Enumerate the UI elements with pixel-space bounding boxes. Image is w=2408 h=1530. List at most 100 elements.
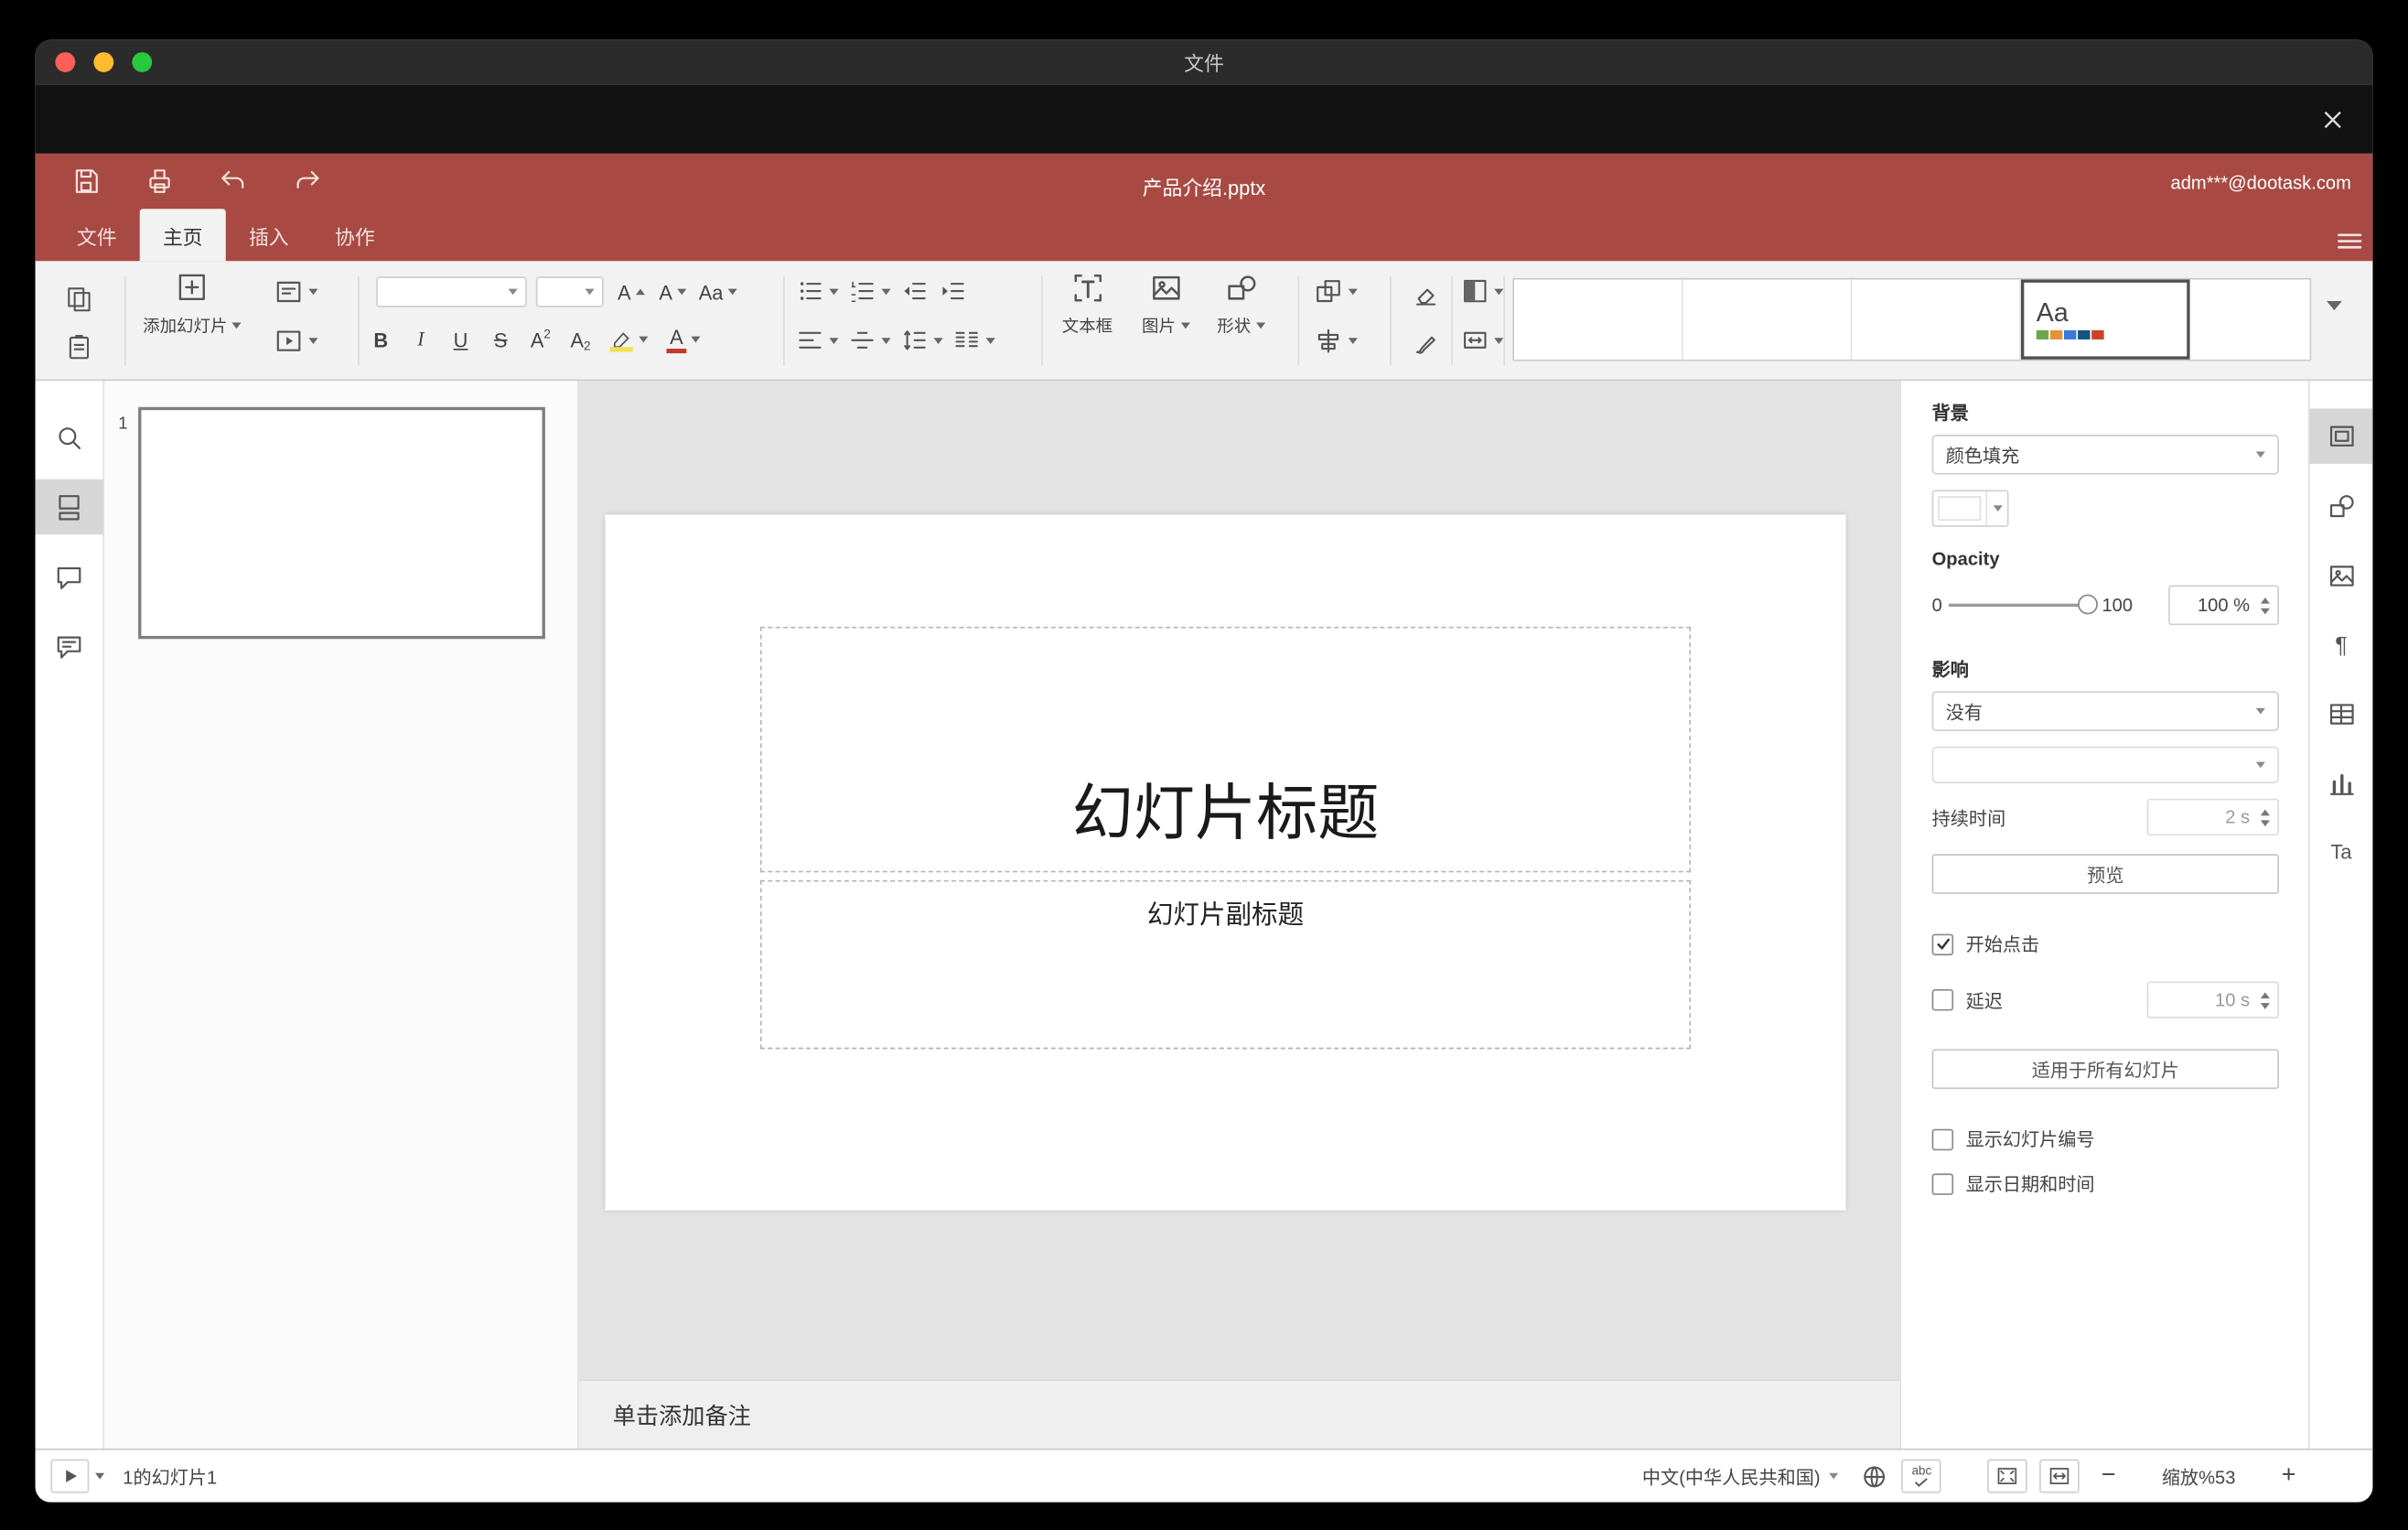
preview-button[interactable]: 预览 <box>1931 854 2279 894</box>
tab-home[interactable]: 主页 <box>139 209 226 262</box>
start-slideshow-status-button[interactable] <box>50 1459 90 1493</box>
slide-settings-button[interactable] <box>2309 408 2373 464</box>
bold-button[interactable]: B <box>360 322 401 356</box>
zoom-out-button[interactable]: − <box>2102 1462 2116 1490</box>
zoom-in-button[interactable]: + <box>2282 1462 2296 1490</box>
spin-down-icon[interactable] <box>2260 1002 2270 1008</box>
insert-image-button[interactable]: 图片 <box>1130 270 1200 338</box>
arrange-shape-button[interactable] <box>1313 276 1358 307</box>
change-case-button[interactable]: Aa <box>699 276 737 307</box>
minimize-window-button[interactable] <box>93 52 114 72</box>
spin-down-icon[interactable] <box>2260 819 2270 826</box>
copy-button[interactable] <box>57 278 100 318</box>
underline-button[interactable]: U <box>441 322 481 356</box>
textart-settings-button[interactable]: Ta <box>2310 824 2373 878</box>
slide-thumbnail-1[interactable] <box>138 406 545 640</box>
close-modal-button[interactable] <box>2311 98 2354 141</box>
background-color-picker[interactable] <box>1931 490 2009 527</box>
textart-icon: Ta <box>2330 839 2352 863</box>
chat-panel-button[interactable] <box>36 619 103 673</box>
theme-option-selected[interactable]: Aa <box>2020 279 2190 360</box>
shape-settings-button[interactable] <box>2310 479 2373 534</box>
start-slideshow-button[interactable] <box>274 326 318 357</box>
numbered-list-button[interactable] <box>848 276 891 306</box>
decrease-indent-button[interactable] <box>900 276 930 306</box>
columns-button[interactable] <box>952 326 995 355</box>
opacity-slider-knob[interactable] <box>2077 594 2098 615</box>
tab-insert[interactable]: 插入 <box>226 209 312 261</box>
change-layout-button[interactable] <box>274 276 318 307</box>
account-email[interactable]: adm***@dootask.com <box>2171 172 2351 193</box>
font-size-select[interactable] <box>535 276 604 307</box>
insert-textbox-button[interactable]: 文本框 <box>1048 270 1125 338</box>
effect-type-select[interactable] <box>1931 746 2279 784</box>
fit-slide-button[interactable] <box>1987 1459 2028 1493</box>
chevron-down-icon <box>727 288 737 296</box>
table-settings-button[interactable] <box>2310 686 2373 741</box>
superscript-button[interactable]: A2 <box>521 322 561 356</box>
increase-font-button[interactable]: A <box>613 276 650 307</box>
slide-canvas[interactable]: 幻灯片标题 幻灯片副标题 <box>578 381 1900 1380</box>
bullet-list-button[interactable] <box>795 276 839 306</box>
color-scheme-button[interactable] <box>1460 276 1504 306</box>
subscript-button[interactable]: A2 <box>561 322 601 356</box>
language-select[interactable]: 中文(中华人民共和国) <box>1642 1463 1839 1490</box>
increase-indent-button[interactable] <box>939 276 968 306</box>
duration-spinbox[interactable]: 2 s <box>2146 798 2279 836</box>
theme-gallery-expand-button[interactable] <box>2327 300 2342 329</box>
font-color-icon: A <box>666 327 687 353</box>
delay-spinbox[interactable]: 10 s <box>2146 981 2279 1018</box>
tab-collaboration[interactable]: 协作 <box>312 209 398 261</box>
slides-panel-button[interactable] <box>35 479 103 535</box>
paste-button[interactable] <box>57 326 100 366</box>
spin-up-icon[interactable] <box>2260 808 2270 815</box>
notes-area[interactable]: 单击添加备注 <box>578 1379 1900 1449</box>
fit-width-button[interactable] <box>2039 1459 2080 1493</box>
paragraph-settings-button[interactable]: ¶ <box>2310 618 2373 673</box>
line-spacing-button[interactable] <box>900 326 943 355</box>
italic-button[interactable]: I <box>401 322 441 356</box>
font-family-select[interactable] <box>376 276 527 307</box>
spin-up-icon[interactable] <box>2260 991 2270 998</box>
delay-checkbox[interactable] <box>1931 988 1954 1011</box>
slide-1[interactable]: 幻灯片标题 幻灯片副标题 <box>605 514 1846 1211</box>
insert-shape-button[interactable]: 形状 <box>1206 270 1276 338</box>
vertical-align-button[interactable] <box>848 326 891 355</box>
comments-panel-button[interactable] <box>36 550 103 605</box>
zoom-window-button[interactable] <box>132 52 153 72</box>
chart-settings-button[interactable] <box>2310 756 2373 811</box>
strikeout-button[interactable]: S <box>480 322 521 356</box>
spin-down-icon[interactable] <box>2260 607 2270 614</box>
subtitle-placeholder[interactable]: 幻灯片副标题 <box>759 879 1692 1050</box>
title-placeholder[interactable]: 幻灯片标题 <box>759 626 1692 873</box>
spellcheck-button[interactable]: abc <box>1901 1459 1942 1493</box>
opacity-spinbox[interactable]: 100 % <box>2168 585 2279 626</box>
set-document-language-button[interactable] <box>1860 1461 1889 1491</box>
slide-counter: 1的幻灯片1 <box>123 1466 218 1488</box>
theme-option-1[interactable] <box>1514 279 1683 360</box>
theme-option-2[interactable] <box>1682 279 1853 360</box>
apply-to-all-slides-button[interactable]: 适用于所有幻灯片 <box>1931 1049 2279 1090</box>
show-date-time-checkbox[interactable] <box>1931 1172 1954 1195</box>
spin-up-icon[interactable] <box>2260 597 2270 603</box>
slide-size-button[interactable] <box>1460 326 1504 355</box>
effect-select[interactable]: 没有 <box>1931 691 2279 731</box>
background-fill-select[interactable]: 颜色填充 <box>1931 435 2279 475</box>
align-shape-button[interactable] <box>1313 326 1358 357</box>
menu-button[interactable] <box>2329 221 2370 262</box>
start-on-click-checkbox[interactable] <box>1931 932 1954 955</box>
opacity-slider[interactable] <box>1948 594 2098 615</box>
font-color-button[interactable]: A <box>656 322 711 356</box>
theme-option-3[interactable] <box>1852 279 2021 360</box>
highlight-color-button[interactable] <box>600 322 655 356</box>
image-settings-button[interactable] <box>2310 548 2373 603</box>
copy-style-button[interactable] <box>1405 326 1446 360</box>
add-slide-button[interactable]: 添加幻灯片 <box>131 270 253 338</box>
show-slide-number-checkbox[interactable] <box>1931 1127 1954 1150</box>
clear-style-button[interactable] <box>1405 276 1446 310</box>
decrease-font-button[interactable]: A <box>654 276 691 307</box>
tab-file[interactable]: 文件 <box>54 209 140 261</box>
search-panel-button[interactable] <box>36 410 103 465</box>
horizontal-align-button[interactable] <box>795 326 839 355</box>
close-window-button[interactable] <box>55 52 76 72</box>
